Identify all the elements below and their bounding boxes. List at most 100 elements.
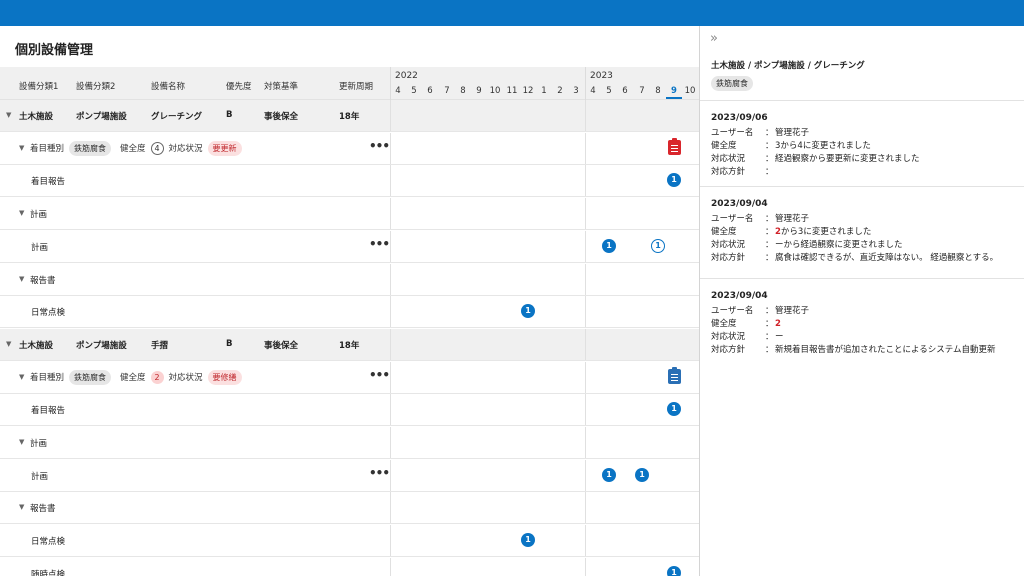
status-line: 対応状況 ：経過観察から要更新に変更されました xyxy=(711,152,920,164)
month-label: 8 xyxy=(655,86,661,96)
expand-caret-icon[interactable]: ▼ xyxy=(19,144,24,152)
field-separator: ： xyxy=(765,345,774,355)
policy-text: 腐食は確認できるが、直近支障はない。 経過観察とする。 xyxy=(775,253,999,263)
collapse-panel-icon[interactable]: » xyxy=(710,31,718,46)
equipment-row: ▼ 土木施設 ポンプ場施設 手摺 B 事後保全 18年 xyxy=(0,328,699,361)
grid-line xyxy=(390,361,391,393)
grid-line xyxy=(585,459,586,491)
equipment-cycle: 18年 xyxy=(339,340,360,351)
health-value: 4 xyxy=(150,141,164,155)
month-label: 6 xyxy=(622,86,628,96)
count-badge[interactable]: 1 xyxy=(651,238,665,253)
header-category1[interactable]: 設備分類1 xyxy=(19,80,58,92)
month-label: 4 xyxy=(590,86,596,96)
expand-caret-icon[interactable]: ▼ xyxy=(19,373,24,381)
more-options-icon[interactable]: ••• xyxy=(369,237,390,251)
count-badge[interactable]: 1 xyxy=(667,565,681,576)
equipment-name[interactable]: 手摺 xyxy=(151,339,168,351)
equipment-priority: B xyxy=(226,110,233,120)
field-label: ユーザー名 xyxy=(711,306,754,316)
count-badge[interactable]: 1 xyxy=(635,467,649,482)
clipboard-report-icon[interactable] xyxy=(668,137,681,155)
docs-section-label[interactable]: 報告書 xyxy=(30,274,56,286)
focus-type-tag[interactable]: 鉄筋腐食 xyxy=(69,140,112,156)
field-label: 健全度 xyxy=(711,227,737,237)
field-separator: ： xyxy=(765,214,774,224)
plan-section-label[interactable]: 計画 xyxy=(30,208,47,220)
grid-line xyxy=(390,492,391,524)
month-label: 10 xyxy=(489,86,501,96)
grid-line xyxy=(585,492,586,524)
month-label: 2 xyxy=(557,86,563,96)
equipment-category2[interactable]: ポンプ場施設 xyxy=(76,339,127,351)
more-options-icon[interactable]: ••• xyxy=(369,466,390,480)
focus-type-label: 着目種別 xyxy=(30,373,65,384)
header-policy[interactable]: 対策基準 xyxy=(264,80,298,92)
history-entry: 2023/09/04 ユーザー名 ：管理花子 健全度 ：2から3に変更されました 対応状況… xyxy=(700,186,1024,278)
month-label: 12 xyxy=(522,86,534,96)
health-line: 健全度 ：3から4に変更されました xyxy=(711,139,871,151)
status-text: ー xyxy=(775,332,784,342)
focus-type-label: 着目種別 xyxy=(30,144,65,155)
entry-date: 2023/09/06 xyxy=(711,113,768,123)
month-label: 7 xyxy=(444,86,450,96)
grid-line xyxy=(585,198,586,230)
focus-tag: 鉄筋腐食 xyxy=(711,76,753,91)
expand-caret-icon[interactable]: ▼ xyxy=(19,438,24,446)
plan-section-row: ▼ 計画 xyxy=(0,198,699,231)
header-cycle[interactable]: 更新周期 xyxy=(339,80,373,92)
more-options-icon[interactable]: ••• xyxy=(369,368,390,382)
equipment-name[interactable]: グレーチング xyxy=(151,110,202,122)
count-badge[interactable]: 1 xyxy=(521,533,535,548)
month-label: 11 xyxy=(506,86,518,96)
user-line: ユーザー名 ：管理花子 xyxy=(711,212,809,224)
equipment-category1[interactable]: 土木施設 xyxy=(19,110,53,122)
daily-inspection-label: 日常点検 xyxy=(31,308,66,319)
field-separator: ： xyxy=(765,227,774,237)
month-label: 5 xyxy=(411,86,417,96)
entry-date: 2023/09/04 xyxy=(711,291,768,301)
grid-line xyxy=(390,328,391,360)
more-options-icon[interactable]: ••• xyxy=(369,139,390,153)
docs-section-label[interactable]: 報告書 xyxy=(30,502,56,514)
count-badge[interactable]: 1 xyxy=(667,173,681,188)
count-badge[interactable]: 1 xyxy=(521,304,535,319)
grid-line xyxy=(585,230,586,262)
focus-type-tag[interactable]: 鉄筋腐食 xyxy=(69,369,112,385)
health-line: 健全度 ：2 xyxy=(711,317,781,329)
clipboard-report-icon[interactable] xyxy=(668,366,681,384)
count-badge[interactable]: 1 xyxy=(667,402,681,417)
user-value: 管理花子 xyxy=(775,306,810,316)
clipboard-line xyxy=(671,147,678,149)
header-priority[interactable]: 優先度 xyxy=(226,80,252,92)
field-separator: ： xyxy=(765,154,774,164)
grid-line xyxy=(585,557,586,576)
focus-summary: 着目種別 鉄筋腐食 健全度 4 対応状況 要更新 xyxy=(30,140,242,156)
health-label: 健全度 xyxy=(120,144,146,155)
expand-caret-icon[interactable]: ▼ xyxy=(19,275,24,283)
grid-line xyxy=(390,198,391,230)
grid-line xyxy=(585,394,586,426)
expand-caret-icon[interactable]: ▼ xyxy=(6,340,11,348)
equipment-category2[interactable]: ポンプ場施設 xyxy=(76,110,127,122)
count-badge[interactable]: 1 xyxy=(602,238,616,253)
grid-line xyxy=(390,459,391,491)
grid-line xyxy=(390,296,391,328)
field-separator: ： xyxy=(765,128,774,138)
expand-caret-icon[interactable]: ▼ xyxy=(19,209,24,217)
plan-section-label[interactable]: 計画 xyxy=(30,437,47,449)
report-row: 着目報告 1 xyxy=(0,165,699,198)
expand-caret-icon[interactable]: ▼ xyxy=(6,111,11,119)
status-badge: 要修繕 xyxy=(207,369,242,385)
history-entry: 2023/09/04 ユーザー名 ：管理花子 健全度 ：2 対応状況 ：ー 対応方針 ：新規着目… xyxy=(700,278,1024,368)
health-text: 3から4に変更されました xyxy=(775,141,871,151)
status-text: 経過観察から要更新に変更されました xyxy=(775,154,920,164)
equipment-category1[interactable]: 土木施設 xyxy=(19,339,53,351)
grid-line xyxy=(390,165,391,197)
header-equipment-name[interactable]: 設備名称 xyxy=(151,80,185,92)
header-category2[interactable]: 設備分類2 xyxy=(76,80,115,92)
expand-caret-icon[interactable]: ▼ xyxy=(19,503,24,511)
grid-line xyxy=(390,394,391,426)
field-label: 健全度 xyxy=(711,319,737,329)
count-badge[interactable]: 1 xyxy=(602,467,616,482)
